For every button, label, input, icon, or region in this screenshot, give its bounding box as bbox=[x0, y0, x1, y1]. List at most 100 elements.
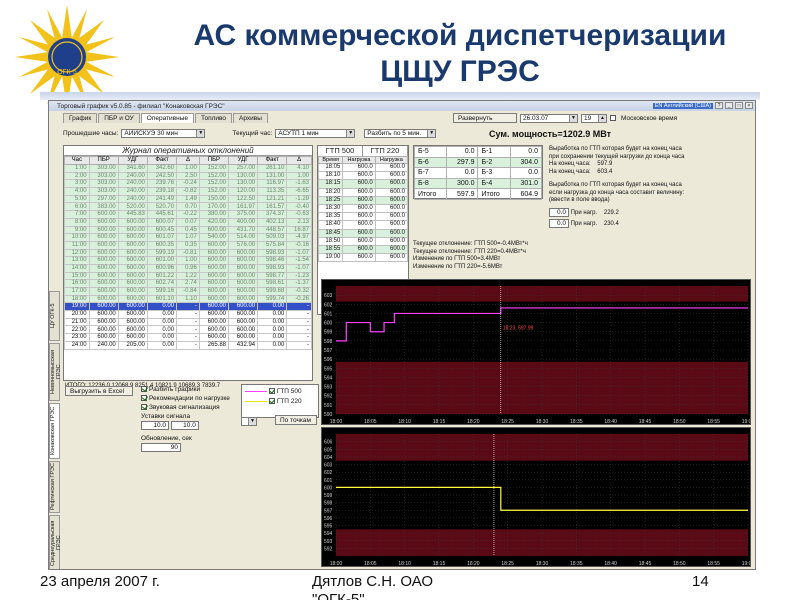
journal-row[interactable]: 22:00 600.00 600.00 0.00-600.00 600.00 0.00- bbox=[64, 325, 312, 335]
date-picker[interactable]: 26.03.07 ▼ bbox=[520, 113, 578, 123]
x-tick-label: 18:25 bbox=[501, 419, 514, 425]
side-tab-konakovo[interactable]: Конаковская ГРЭС bbox=[49, 403, 60, 459]
legend-checkbox-500[interactable] bbox=[268, 388, 275, 395]
journal-row[interactable]: 15:00 600.00 600.00 601.22 1.22 600.00 600.00 5… bbox=[64, 271, 312, 281]
journal-row[interactable]: 9:00 600.00 600.00 600.45 0.45 600.00 431.70 44… bbox=[64, 225, 312, 235]
journal-cell: 14:00 bbox=[64, 263, 90, 273]
chart-gtp220[interactable]: 18:00 18:05 18:10 18:15 18:20 18:25 18:30 18:35… bbox=[321, 427, 751, 567]
journal-header[interactable]: Факт bbox=[257, 156, 288, 165]
journal-row[interactable]: 4:00 303.00 240.00 239.18 -0.82 152.00 120.00 1… bbox=[64, 187, 312, 196]
side-tab-ogk5[interactable]: ЦУ ОГК-5 bbox=[49, 291, 60, 341]
journal-cell: 520.00 bbox=[117, 202, 148, 212]
gtp-row[interactable]: 18:05 600.0 600.0 bbox=[318, 162, 408, 173]
gtp-row[interactable]: 18:55 600.0 600.0 bbox=[318, 244, 408, 255]
passed-hours-label: Прошедшие часы: bbox=[63, 130, 119, 137]
gtp-row[interactable]: 18:10 600.0 600.0 bbox=[318, 171, 408, 181]
gtp-cell: 18:30 bbox=[318, 203, 344, 214]
tab-archives[interactable]: Архивы bbox=[233, 113, 268, 123]
side-tab-reftinsk[interactable]: Рефтинская ГРЭС bbox=[49, 461, 60, 513]
journal-row[interactable]: 16:00 600.00 600.00 602.74 2.74 600.00 600.00 5… bbox=[64, 279, 312, 288]
moscow-time-checkbox[interactable] bbox=[610, 115, 616, 121]
journal-cell: 600.00 bbox=[227, 256, 259, 265]
side-tab-nevinnomyssk[interactable]: Невинномысская ГРЭС bbox=[49, 343, 62, 401]
journal-row[interactable]: 10:00 600.00 600.00 601.07 1.07 540.00 514.00 5… bbox=[64, 233, 312, 242]
journal-cell: 600.00 bbox=[198, 256, 230, 265]
journal-header[interactable]: Δ bbox=[176, 156, 200, 165]
journal-row[interactable]: 17:00 600.00 600.00 599.16 -0.84 600.00 600.00… bbox=[64, 287, 312, 296]
main-tabs: График ПБР и ОУ Оперативные Топливо Архи… bbox=[63, 113, 268, 123]
journal-row[interactable]: 11:00 600.00 600.00 600.35 0.35 600.00 576.00 5… bbox=[64, 240, 312, 250]
recommend-checkbox[interactable] bbox=[141, 395, 147, 402]
legend-checkbox-220[interactable] bbox=[268, 398, 275, 405]
journal-cell: 600.00 bbox=[88, 310, 119, 319]
journal-grid[interactable]: Журнал оперативных отклонений Час ПБР УДГ Ф… bbox=[63, 145, 313, 381]
tab-operative[interactable]: Оперативные bbox=[140, 113, 194, 123]
gtp-row[interactable]: 18:30 600.0 600.0 bbox=[318, 203, 408, 214]
gtp-row[interactable]: 18:50 600.0 600.0 bbox=[318, 236, 408, 246]
by-points-button[interactable]: По точкам bbox=[275, 415, 317, 425]
journal-row[interactable]: 21:00 600.00 600.00 0.00-600.00 600.00 0.00- bbox=[64, 317, 312, 327]
journal-header[interactable]: ПБР bbox=[88, 156, 119, 165]
tab-graph[interactable]: График bbox=[63, 113, 98, 123]
journal-header[interactable]: ПБР bbox=[198, 156, 230, 165]
journal-header[interactable]: Час bbox=[64, 156, 90, 165]
load-input-220[interactable]: 0.0 bbox=[549, 219, 569, 228]
refresh-input[interactable]: 90 bbox=[141, 443, 181, 452]
journal-cell: 600.00 bbox=[117, 310, 148, 319]
units-panel: Б-5 0.0 Б-1 0.0 Б-6 297.9 Б-2 304.0 Б-7 0.0 Б-3 0.0… bbox=[413, 145, 543, 200]
gtp-row[interactable]: 18:20 600.0 600.0 bbox=[318, 187, 408, 197]
footer-date: 23 апреля 2007 г. bbox=[40, 573, 160, 590]
journal-row[interactable]: 23:00 600.00 600.00 0.00-600.00 600.00 0.00- bbox=[64, 333, 312, 342]
split-charts-checkbox[interactable] bbox=[141, 386, 147, 393]
journal-row[interactable]: 14:00 600.00 600.00 600.96 0.96 600.00 600.00 5… bbox=[64, 263, 312, 273]
points-select[interactable]: ▼ bbox=[241, 417, 257, 426]
journal-row[interactable]: 6:00 383.00 520.00 520.70 0.70 170.00 161.97 16… bbox=[64, 202, 312, 212]
hour-spinner[interactable]: 19 ▲ bbox=[581, 113, 607, 123]
journal-row[interactable]: 12:00 600.00 600.00 599.19 -0.81 600.00 600.00… bbox=[64, 248, 312, 258]
side-tab-sredneuralsk[interactable]: Среднеуральская ГРЭС bbox=[49, 515, 62, 569]
help-button[interactable]: ? bbox=[715, 102, 723, 109]
signal-input-1[interactable]: 10.0 bbox=[141, 421, 169, 430]
gtp-row[interactable]: 19:00 600.0 600.0 bbox=[318, 253, 408, 263]
journal-row[interactable]: 7:00 600.00 445.83 445.61 -0.22 380.00 375.00 3… bbox=[64, 210, 312, 219]
journal-header[interactable]: Факт bbox=[146, 156, 178, 165]
language-indicator[interactable]: EN Английский (США) bbox=[652, 102, 713, 109]
minimize-button[interactable]: _ bbox=[725, 102, 733, 109]
journal-cell: 240.00 bbox=[88, 340, 119, 350]
journal-header[interactable]: УДГ bbox=[117, 156, 148, 165]
split-select[interactable]: Разбить по 5 мин. ▼ bbox=[364, 129, 437, 138]
journal-row[interactable]: 3:00 303.00 240.00 239.76 -0.24 152.00 130.00 1… bbox=[64, 179, 312, 189]
journal-row[interactable]: 1:00 303.00 341.60 342.60 1.00 152.00 257.00 26… bbox=[64, 164, 312, 173]
journal-row[interactable]: 13:00 600.00 600.00 601.00 1.00 600.00 600.00 5… bbox=[64, 256, 312, 265]
export-excel-button[interactable]: Выгрузить в Excel bbox=[65, 386, 133, 396]
maximize-button[interactable]: □ bbox=[735, 102, 743, 109]
tab-pbr[interactable]: ПБР и ОУ bbox=[98, 113, 140, 123]
gtp-row[interactable]: 18:15 600.0 600.0 bbox=[318, 179, 408, 189]
journal-row[interactable]: 24:00 240.00 205.00 0.00-265.88 432.94 0.00- bbox=[64, 340, 312, 350]
journal-row[interactable]: 8:00 600.00 600.00 600.07 0.07 420.00 400.00 40… bbox=[64, 217, 312, 227]
gtp-row[interactable]: 18:45 600.0 600.0 bbox=[318, 228, 408, 238]
gtp-row[interactable]: 18:35 600.0 600.0 bbox=[318, 212, 408, 222]
close-button[interactable]: × bbox=[745, 102, 753, 109]
journal-cell: - bbox=[286, 325, 312, 335]
journal-row[interactable]: 5:00 297.00 240.00 241.49 1.49 150.00 122.50 12… bbox=[64, 194, 312, 204]
gtp-row[interactable]: 18:40 600.0 600.0 bbox=[318, 220, 408, 230]
journal-row[interactable]: 2:00 303.00 240.00 242.50 2.50 152.00 130.00 13… bbox=[64, 171, 312, 181]
expand-button[interactable]: Развернуть bbox=[453, 113, 517, 123]
gtp-cell: 18:20 bbox=[318, 187, 344, 197]
passed-hours-select[interactable]: АИИСКУЭ 30 мин ▼ bbox=[121, 129, 206, 138]
load-input-500[interactable]: 0.0 bbox=[549, 207, 569, 217]
gtp-row[interactable]: 18:25 600.0 600.0 bbox=[318, 195, 408, 205]
signal-input-2[interactable]: 10.0 bbox=[170, 421, 199, 430]
journal-cell: 0.00 bbox=[257, 333, 288, 342]
journal-cell: 445.61 bbox=[146, 210, 178, 219]
journal-row[interactable]: 19:00 600.00 600.00 0.00-600.00 600.00 0.00- bbox=[64, 302, 312, 312]
current-hour-select[interactable]: АСУТП 1 мин ▼ bbox=[275, 129, 356, 138]
journal-row[interactable]: 20:00 600.00 600.00 0.00-600.00 600.00 0.00- bbox=[64, 310, 312, 319]
chart-gtp500[interactable]: 18:00 18:05 18:10 18:15 18:20 18:25 18:30 18:35… bbox=[321, 279, 751, 425]
journal-header[interactable]: УДГ bbox=[227, 156, 259, 165]
journal-row[interactable]: 18:00 600.00 600.00 601.10 1.10 600.00 600.00 5… bbox=[64, 294, 312, 304]
journal-header[interactable]: Δ bbox=[286, 156, 312, 165]
sound-checkbox[interactable] bbox=[141, 404, 147, 411]
tab-fuel[interactable]: Топливо bbox=[195, 113, 233, 123]
